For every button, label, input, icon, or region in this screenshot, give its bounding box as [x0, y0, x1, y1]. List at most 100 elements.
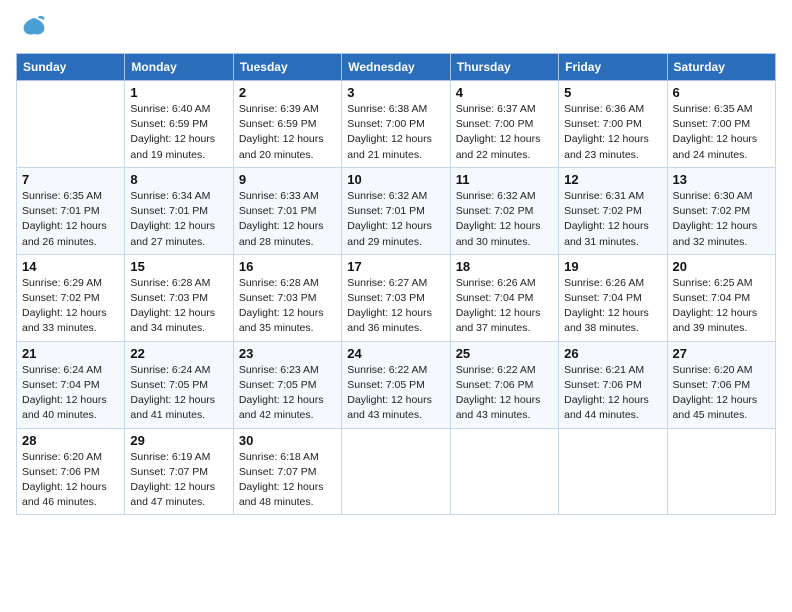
day-number: 21 [22, 346, 119, 361]
weekday-header-friday: Friday [559, 54, 667, 81]
day-number: 9 [239, 172, 336, 187]
calendar-cell: 13 Sunrise: 6:30 AMSunset: 7:02 PMDayligh… [667, 167, 775, 254]
day-info: Sunrise: 6:28 AMSunset: 7:03 PMDaylight:… [130, 276, 227, 337]
day-info: Sunrise: 6:18 AMSunset: 7:07 PMDaylight:… [239, 450, 336, 511]
day-number: 28 [22, 433, 119, 448]
calendar-cell: 8 Sunrise: 6:34 AMSunset: 7:01 PMDaylight… [125, 167, 233, 254]
weekday-header-row: SundayMondayTuesdayWednesdayThursdayFrid… [17, 54, 776, 81]
calendar-cell: 26Sunrise: 6:21 AMSunset: 7:06 PMDayligh… [559, 341, 667, 428]
day-info: Sunrise: 6:26 AMSunset: 7:04 PMDaylight:… [456, 276, 553, 337]
day-number: 25 [456, 346, 553, 361]
day-number: 13 [673, 172, 770, 187]
calendar-cell: 30 Sunrise: 6:18 AMSunset: 7:07 PMDayligh… [233, 428, 341, 515]
calendar-cell: 14Sunrise: 6:29 AMSunset: 7:02 PMDayligh… [17, 254, 125, 341]
day-info: Sunrise: 6:38 AMSunset: 7:00 PMDaylight:… [347, 102, 444, 163]
day-number: 27 [673, 346, 770, 361]
weekday-header-saturday: Saturday [667, 54, 775, 81]
day-number: 19 [564, 259, 661, 274]
day-number: 11 [456, 172, 553, 187]
calendar-cell: 9 Sunrise: 6:33 AMSunset: 7:01 PMDaylight… [233, 167, 341, 254]
day-info: Sunrise: 6:24 AMSunset: 7:05 PMDaylight:… [130, 363, 227, 424]
calendar-cell [342, 428, 450, 515]
day-number: 23 [239, 346, 336, 361]
day-info: Sunrise: 6:23 AMSunset: 7:05 PMDaylight:… [239, 363, 336, 424]
day-number: 7 [22, 172, 119, 187]
calendar-cell: 21 Sunrise: 6:24 AMSunset: 7:04 PMDayligh… [17, 341, 125, 428]
page-header [16, 16, 776, 45]
day-number: 29 [130, 433, 227, 448]
day-info: Sunrise: 6:32 AMSunset: 7:01 PMDaylight:… [347, 189, 444, 250]
day-info: Sunrise: 6:22 AMSunset: 7:05 PMDaylight:… [347, 363, 444, 424]
calendar-header: SundayMondayTuesdayWednesdayThursdayFrid… [17, 54, 776, 81]
calendar-cell: 23 Sunrise: 6:23 AMSunset: 7:05 PMDayligh… [233, 341, 341, 428]
day-number: 8 [130, 172, 227, 187]
calendar-cell: 5Sunrise: 6:36 AMSunset: 7:00 PMDaylight… [559, 81, 667, 168]
day-info: Sunrise: 6:32 AMSunset: 7:02 PMDaylight:… [456, 189, 553, 250]
day-number: 1 [130, 85, 227, 100]
calendar-cell: 15 Sunrise: 6:28 AMSunset: 7:03 PMDayligh… [125, 254, 233, 341]
calendar-cell: 27Sunrise: 6:20 AMSunset: 7:06 PMDayligh… [667, 341, 775, 428]
day-info: Sunrise: 6:39 AMSunset: 6:59 PMDaylight:… [239, 102, 336, 163]
day-number: 2 [239, 85, 336, 100]
day-info: Sunrise: 6:24 AMSunset: 7:04 PMDaylight:… [22, 363, 119, 424]
day-number: 4 [456, 85, 553, 100]
day-info: Sunrise: 6:31 AMSunset: 7:02 PMDaylight:… [564, 189, 661, 250]
weekday-header-sunday: Sunday [17, 54, 125, 81]
calendar-cell: 7 Sunrise: 6:35 AMSunset: 7:01 PMDaylight… [17, 167, 125, 254]
day-info: Sunrise: 6:37 AMSunset: 7:00 PMDaylight:… [456, 102, 553, 163]
day-number: 15 [130, 259, 227, 274]
calendar-cell: 1 Sunrise: 6:40 AMSunset: 6:59 PMDaylight… [125, 81, 233, 168]
day-info: Sunrise: 6:27 AMSunset: 7:03 PMDaylight:… [347, 276, 444, 337]
weekday-header-thursday: Thursday [450, 54, 558, 81]
calendar-table: SundayMondayTuesdayWednesdayThursdayFrid… [16, 53, 776, 515]
day-number: 14 [22, 259, 119, 274]
day-info: Sunrise: 6:30 AMSunset: 7:02 PMDaylight:… [673, 189, 770, 250]
calendar-cell: 3Sunrise: 6:38 AMSunset: 7:00 PMDaylight… [342, 81, 450, 168]
logo-icon [20, 12, 48, 45]
weekday-header-wednesday: Wednesday [342, 54, 450, 81]
weekday-header-monday: Monday [125, 54, 233, 81]
logo [16, 16, 48, 45]
calendar-cell: 12 Sunrise: 6:31 AMSunset: 7:02 PMDayligh… [559, 167, 667, 254]
calendar-cell: 28 Sunrise: 6:20 AMSunset: 7:06 PMDayligh… [17, 428, 125, 515]
day-number: 22 [130, 346, 227, 361]
calendar-cell: 22 Sunrise: 6:24 AMSunset: 7:05 PMDayligh… [125, 341, 233, 428]
calendar-week-row: 28 Sunrise: 6:20 AMSunset: 7:06 PMDayligh… [17, 428, 776, 515]
day-number: 24 [347, 346, 444, 361]
day-info: Sunrise: 6:22 AMSunset: 7:06 PMDaylight:… [456, 363, 553, 424]
day-number: 20 [673, 259, 770, 274]
calendar-cell [559, 428, 667, 515]
calendar-cell [667, 428, 775, 515]
day-number: 16 [239, 259, 336, 274]
day-info: Sunrise: 6:28 AMSunset: 7:03 PMDaylight:… [239, 276, 336, 337]
day-number: 6 [673, 85, 770, 100]
day-info: Sunrise: 6:35 AMSunset: 7:01 PMDaylight:… [22, 189, 119, 250]
calendar-cell: 24 Sunrise: 6:22 AMSunset: 7:05 PMDayligh… [342, 341, 450, 428]
day-number: 30 [239, 433, 336, 448]
day-info: Sunrise: 6:34 AMSunset: 7:01 PMDaylight:… [130, 189, 227, 250]
calendar-cell: 20 Sunrise: 6:25 AMSunset: 7:04 PMDayligh… [667, 254, 775, 341]
calendar-cell: 17 Sunrise: 6:27 AMSunset: 7:03 PMDayligh… [342, 254, 450, 341]
day-info: Sunrise: 6:26 AMSunset: 7:04 PMDaylight:… [564, 276, 661, 337]
day-number: 10 [347, 172, 444, 187]
calendar-cell: 6 Sunrise: 6:35 AMSunset: 7:00 PMDaylight… [667, 81, 775, 168]
day-info: Sunrise: 6:21 AMSunset: 7:06 PMDaylight:… [564, 363, 661, 424]
day-number: 17 [347, 259, 444, 274]
day-info: Sunrise: 6:25 AMSunset: 7:04 PMDaylight:… [673, 276, 770, 337]
calendar-cell: 29 Sunrise: 6:19 AMSunset: 7:07 PMDayligh… [125, 428, 233, 515]
calendar-cell: 2 Sunrise: 6:39 AMSunset: 6:59 PMDaylight… [233, 81, 341, 168]
day-number: 18 [456, 259, 553, 274]
calendar-week-row: 14Sunrise: 6:29 AMSunset: 7:02 PMDayligh… [17, 254, 776, 341]
calendar-week-row: 1 Sunrise: 6:40 AMSunset: 6:59 PMDaylight… [17, 81, 776, 168]
day-info: Sunrise: 6:19 AMSunset: 7:07 PMDaylight:… [130, 450, 227, 511]
calendar-cell [450, 428, 558, 515]
calendar-cell: 19 Sunrise: 6:26 AMSunset: 7:04 PMDayligh… [559, 254, 667, 341]
day-info: Sunrise: 6:35 AMSunset: 7:00 PMDaylight:… [673, 102, 770, 163]
day-number: 12 [564, 172, 661, 187]
day-info: Sunrise: 6:33 AMSunset: 7:01 PMDaylight:… [239, 189, 336, 250]
calendar-week-row: 7 Sunrise: 6:35 AMSunset: 7:01 PMDaylight… [17, 167, 776, 254]
day-info: Sunrise: 6:36 AMSunset: 7:00 PMDaylight:… [564, 102, 661, 163]
day-info: Sunrise: 6:40 AMSunset: 6:59 PMDaylight:… [130, 102, 227, 163]
day-info: Sunrise: 6:20 AMSunset: 7:06 PMDaylight:… [22, 450, 119, 511]
calendar-cell: 4 Sunrise: 6:37 AMSunset: 7:00 PMDaylight… [450, 81, 558, 168]
